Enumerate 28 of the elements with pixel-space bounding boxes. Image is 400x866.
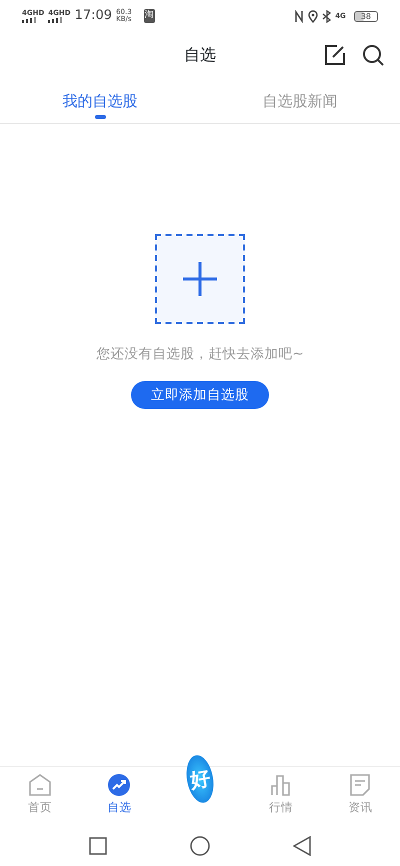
add-stock-button[interactable]: 立即添加自选股 [131, 381, 269, 410]
nav-tab[interactable]: 自选 [80, 767, 159, 826]
page-title: 自选 [184, 44, 216, 66]
document-icon [348, 773, 372, 797]
nav-tab[interactable]: 行情 [241, 767, 320, 826]
trend-icon [107, 773, 132, 797]
nfc-icon [294, 10, 304, 22]
nav-tab[interactable]: 首页 [0, 767, 80, 826]
signal-icon [48, 16, 62, 22]
home-circle-icon[interactable] [190, 836, 210, 856]
bluetooth-icon [322, 10, 332, 22]
recents-icon[interactable] [89, 837, 108, 855]
edit-icon[interactable] [324, 44, 346, 66]
bar-chart-icon [268, 773, 293, 797]
back-icon[interactable] [292, 836, 311, 856]
tab[interactable]: 我的自选股 [0, 78, 200, 124]
nav-tab[interactable]: 资讯 [320, 767, 400, 826]
clock-time: 17:09 [74, 7, 112, 26]
tab[interactable]: 自选股新闻 [200, 78, 400, 124]
search-icon[interactable] [362, 44, 384, 66]
empty-message: 您还没有自选股，赶快去添加吧~ [96, 345, 304, 364]
plus-icon [182, 261, 218, 297]
location-icon [308, 10, 318, 22]
battery-indicator: 38 [354, 10, 378, 22]
signal-icon [22, 16, 36, 22]
home-icon [28, 773, 52, 797]
add-stock-box[interactable] [155, 234, 245, 324]
app-notification-icon: 淘 [144, 9, 155, 23]
